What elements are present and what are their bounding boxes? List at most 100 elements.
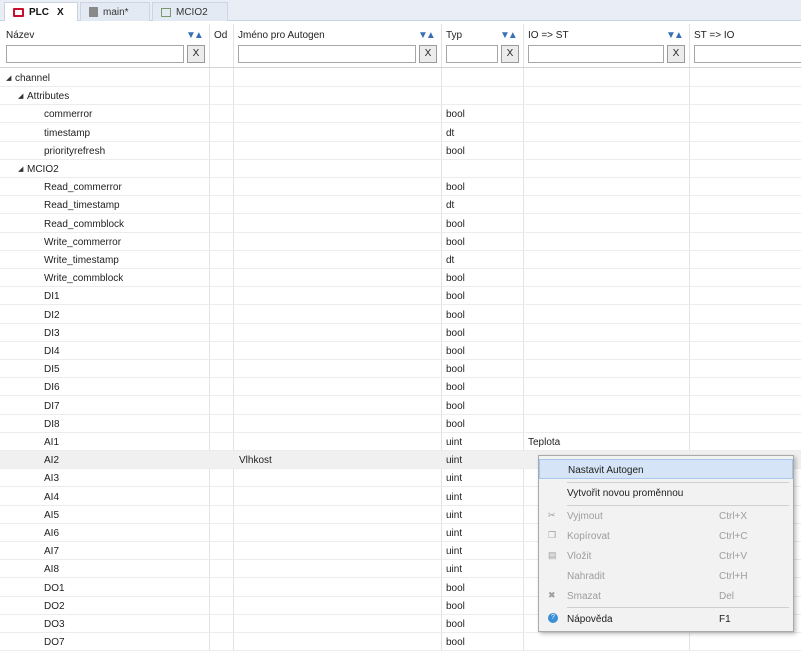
cell-type: bool — [446, 364, 465, 376]
tree-node-row[interactable]: ◢ Attributes — [0, 87, 801, 106]
menu-item-cut[interactable]: ✂ Vyjmout Ctrl+X — [539, 506, 793, 526]
tab-mcio2-label: MCIO2 — [176, 6, 208, 18]
cell-type: dt — [446, 127, 455, 139]
filter-autogen-input[interactable] — [238, 45, 416, 63]
table-row[interactable]: timestamp dt — [0, 124, 801, 142]
expand-arrow-icon[interactable]: ◢ — [18, 92, 23, 100]
column-header-st-io[interactable]: ST => IO — [694, 30, 734, 41]
cell-name: DO7 — [44, 637, 65, 649]
menu-item-replace[interactable]: Nahradit Ctrl+H — [539, 566, 793, 586]
table-row[interactable]: DI8 bool — [0, 415, 801, 433]
table-row[interactable]: Write_commblock bool — [0, 269, 801, 288]
cell-io-st[interactable]: Teplota — [528, 437, 560, 448]
filter-st-io-input[interactable] — [694, 45, 801, 63]
cell-name: AI6 — [44, 528, 60, 539]
table-row[interactable]: DO7 bool — [0, 633, 801, 651]
table-row[interactable]: Read_commerror bool — [0, 178, 801, 197]
table-row[interactable]: DI4 bool — [0, 342, 801, 360]
cell-name: Write_commerror — [44, 236, 122, 248]
filter-type-input[interactable] — [446, 45, 498, 63]
cell-name: AI3 — [44, 473, 60, 485]
sort-name-icon[interactable]: ▼▲ — [186, 30, 204, 41]
cell-name: DI8 — [44, 418, 60, 430]
sort-type-icon[interactable]: ▼▲ — [500, 30, 518, 41]
tree-node-row[interactable]: ◢ MCIO2 — [0, 160, 801, 178]
sort-io-st-icon[interactable]: ▼▲ — [666, 30, 684, 41]
table-row[interactable]: priorityrefresh bool — [0, 142, 801, 160]
tab-main[interactable]: main* — [80, 2, 150, 21]
sort-autogen-icon[interactable]: ▼▲ — [418, 30, 436, 41]
cell-name: DI2 — [44, 309, 60, 321]
tree-node-row[interactable]: ◢ channel — [0, 69, 801, 87]
cell-type: bool — [446, 637, 465, 649]
module-icon — [161, 7, 171, 17]
filter-name-input[interactable] — [6, 45, 184, 63]
header-divider — [0, 67, 801, 68]
table-row[interactable]: Read_commblock bool — [0, 215, 801, 233]
context-menu: Nastavit Autogen Vytvořit novou proměnno… — [538, 455, 794, 632]
copy-icon: ❐ — [548, 530, 557, 540]
table-row[interactable]: Read_timestamp dt — [0, 196, 801, 215]
cell-name: priorityrefresh — [44, 145, 106, 157]
tab-main-label: main* — [103, 6, 129, 18]
column-header-autogen[interactable]: Jméno pro Autogen — [238, 30, 325, 41]
delete-icon: ✖ — [548, 590, 556, 600]
table-row[interactable]: DI3 bool — [0, 324, 801, 342]
table-row[interactable]: DI1 bool — [0, 287, 801, 306]
clear-filter-io-st-button[interactable]: X — [667, 45, 685, 63]
cell-type: bool — [446, 182, 465, 194]
tab-plc[interactable]: PLC X — [4, 2, 78, 21]
cell-type: bool — [446, 291, 465, 303]
clear-filter-type-button[interactable]: X — [501, 45, 519, 63]
cell-name: DI5 — [44, 364, 60, 376]
cell-name: Attributes — [27, 91, 70, 103]
tab-plc-label: PLC — [29, 6, 49, 18]
cell-name: DI1 — [44, 291, 60, 303]
cell-name: DI7 — [44, 400, 60, 412]
column-header-name[interactable]: Název — [6, 30, 34, 41]
table-row[interactable]: DI6 bool — [0, 378, 801, 397]
cell-type: uint — [446, 437, 463, 448]
column-header-type[interactable]: Typ — [446, 30, 462, 41]
cell-name: Write_timestamp — [44, 255, 119, 266]
cell-type: bool — [446, 309, 465, 321]
column-header-from[interactable]: Od — [214, 30, 227, 41]
table-row[interactable]: DI7 bool — [0, 397, 801, 415]
menu-item-delete[interactable]: ✖ Smazat Del — [539, 586, 793, 606]
table-row[interactable]: AI1 uint Teplota — [0, 433, 801, 451]
clear-filter-name-button[interactable]: X — [187, 45, 205, 63]
cell-type: bool — [446, 273, 465, 285]
cell-name: AI5 — [44, 509, 60, 521]
close-icon[interactable]: X — [57, 7, 64, 18]
cell-name: MCIO2 — [27, 164, 59, 175]
table-row[interactable]: Write_timestamp dt — [0, 251, 801, 269]
cell-name: commerror — [44, 109, 93, 121]
expand-arrow-icon[interactable]: ◢ — [6, 74, 11, 82]
cell-type: bool — [446, 382, 465, 394]
tab-mcio2[interactable]: MCIO2 — [152, 2, 228, 21]
table-row[interactable]: commerror bool — [0, 105, 801, 124]
plc-icon — [13, 7, 24, 17]
cell-type: bool — [446, 218, 465, 230]
menu-item-paste[interactable]: ▤ Vložit Ctrl+V — [539, 546, 793, 566]
table-row[interactable]: DI5 bool — [0, 360, 801, 379]
cell-name: AI8 — [44, 564, 60, 576]
menu-item-copy[interactable]: ❐ Kopírovat Ctrl+C — [539, 526, 793, 546]
cell-type: bool — [446, 145, 465, 157]
cell-type: bool — [446, 418, 465, 430]
menu-item-create-variable[interactable]: Vytvořit novou proměnnou — [539, 483, 793, 503]
cell-type: dt — [446, 255, 455, 266]
column-header-io-st[interactable]: IO => ST — [528, 30, 569, 41]
clear-filter-autogen-button[interactable]: X — [419, 45, 437, 63]
table-row[interactable]: Write_commerror bool — [0, 233, 801, 251]
cell-name: Read_timestamp — [44, 200, 120, 212]
cell-type: uint — [446, 528, 463, 539]
menu-separator — [567, 607, 789, 608]
table-row[interactable]: DI2 bool — [0, 306, 801, 324]
cell-type: bool — [446, 400, 465, 412]
cell-autogen[interactable]: Vlhkost — [239, 455, 272, 466]
menu-item-help[interactable]: ? Nápověda F1 — [539, 609, 793, 629]
menu-item-set-autogen[interactable]: Nastavit Autogen — [539, 459, 793, 479]
expand-arrow-icon[interactable]: ◢ — [18, 165, 23, 173]
filter-io-st-input[interactable] — [528, 45, 664, 63]
